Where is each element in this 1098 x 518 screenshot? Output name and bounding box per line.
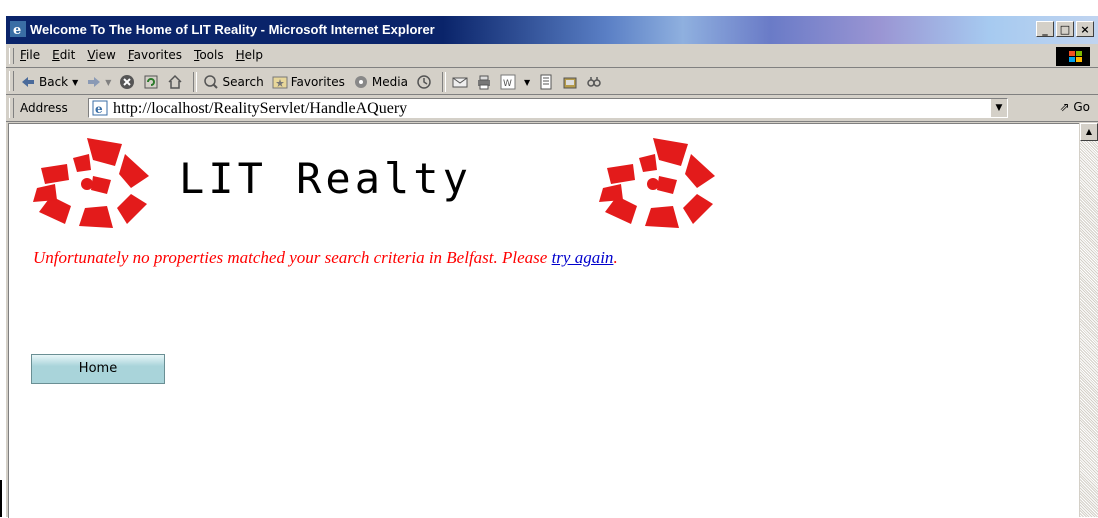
no-results-message: Unfortunately no properties matched your… [33,248,618,268]
page-viewport: LIT Realty Unfortunately no properties m… [8,123,1079,518]
go-button[interactable]: ⇗ Go [1059,100,1090,114]
menu-tools[interactable]: Tools [194,48,224,62]
vertical-scrollbar[interactable]: ▲ [1080,123,1098,517]
stop-icon[interactable] [119,74,135,90]
page-icon: e [92,100,108,116]
minimize-button[interactable]: _ [1036,21,1054,37]
message-text: Unfortunately no properties matched your… [33,248,552,267]
word-edit-icon[interactable]: W [500,74,516,90]
media-button[interactable]: Media [353,74,408,90]
media-icon [354,76,367,88]
favorites-button[interactable]: Favorites [272,74,345,90]
menu-favorites[interactable]: Favorites [128,48,182,62]
maximize-button[interactable]: □ [1056,21,1074,37]
svg-text:e: e [95,102,103,116]
address-grip [9,98,14,118]
forward-button[interactable]: ▼ [86,74,111,90]
menu-file[interactable]: File [20,48,40,62]
windows-logo-icon [1056,47,1090,66]
back-label: Back [39,75,69,89]
title-bar: e Welcome To The Home of LIT Reality - M… [6,16,1098,44]
address-dropdown-icon[interactable]: ▼ [990,99,1007,117]
menu-help[interactable]: Help [236,48,263,62]
back-button[interactable]: Back ▼ [20,74,78,90]
toolbar-grip [9,71,14,91]
address-url: http://localhost/RealityServlet/HandleAQ… [113,100,408,117]
menu-grip [9,48,14,64]
svg-text:e: e [13,23,21,37]
address-bar: Address e http://localhost/RealityServle… [6,95,1098,122]
toolbar-separator [441,72,446,92]
scroll-up-icon[interactable]: ▲ [1080,123,1098,141]
lit-logo-right-icon [599,138,715,228]
svg-text:W: W [503,79,512,89]
ie-icon: e [10,21,26,37]
address-input[interactable]: e http://localhost/RealityServlet/Handle… [88,98,1008,118]
search-button[interactable]: Search [203,74,264,90]
window-title: Welcome To The Home of LIT Reality - Mic… [30,22,435,37]
home-icon[interactable] [167,74,183,90]
history-icon[interactable] [416,74,432,90]
favorites-icon [272,76,288,89]
research-icon[interactable] [586,74,602,90]
messenger-icon[interactable] [562,74,578,90]
media-label: Media [371,75,408,89]
mail-icon[interactable] [452,74,468,90]
lit-logo-left-icon [33,138,149,228]
print-icon[interactable] [476,74,492,90]
back-arrow-icon [22,77,34,87]
search-icon [204,75,219,89]
menu-bar: File Edit View Favorites Tools Help [6,45,1098,68]
favorites-label: Favorites [290,75,345,89]
home-button[interactable]: Home [31,354,165,384]
standard-toolbar: Back ▼ ▼ Search Favorites Media W ▼ [6,68,1098,95]
edit-dropdown-icon[interactable]: ▼ [524,78,530,87]
search-label: Search [222,75,264,89]
browser-window: e Welcome To The Home of LIT Reality - M… [6,16,1098,518]
message-end: . [613,248,618,267]
toolbar-separator [193,72,198,92]
go-label: Go [1073,100,1090,114]
discuss-icon[interactable] [538,74,554,90]
menu-edit[interactable]: Edit [52,48,75,62]
go-arrow-icon: ⇗ [1059,100,1070,114]
page-edge-line [0,480,2,517]
site-title: LIT Realty [179,154,472,203]
forward-dropdown-icon[interactable]: ▼ [105,78,111,87]
refresh-icon[interactable] [143,74,159,90]
back-dropdown-icon[interactable]: ▼ [72,78,78,87]
address-label: Address [20,101,68,115]
close-button[interactable]: × [1076,21,1094,37]
try-again-link[interactable]: try again [552,248,614,267]
forward-arrow-icon [88,77,101,87]
menu-view[interactable]: View [87,48,115,62]
